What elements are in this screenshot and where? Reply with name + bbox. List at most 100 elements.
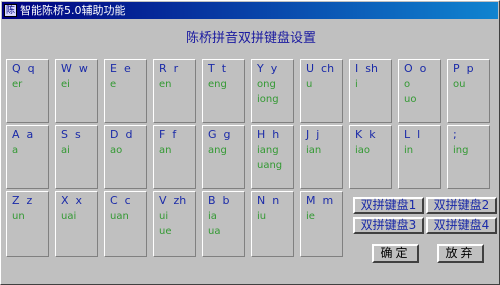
key-2-5[interactable]: N n iu [251, 191, 294, 257]
key-finals: a [12, 143, 18, 158]
key-1-0[interactable]: A a a [6, 125, 49, 189]
key-label: S s [61, 128, 81, 141]
key-final: ou [453, 79, 466, 90]
key-final: ong [257, 79, 276, 90]
key-0-4[interactable]: T t eng [202, 59, 245, 123]
key-finals: e [110, 77, 116, 92]
key-final: iang [257, 145, 279, 156]
key-label: L l [404, 128, 421, 141]
scheme-3-button[interactable]: 双拼键盘3 [353, 217, 424, 234]
cancel-button[interactable]: 放弃 [437, 244, 484, 263]
key-label: C c [110, 194, 131, 207]
key-1-7[interactable]: K k iao [349, 125, 392, 189]
key-finals: en [159, 77, 172, 92]
key-2-1[interactable]: X x uai [55, 191, 98, 257]
key-final: ie [306, 211, 315, 222]
key-0-2[interactable]: E e e [104, 59, 147, 123]
key-2-0[interactable]: Z z un [6, 191, 49, 257]
key-0-8[interactable]: O o o uo [398, 59, 441, 123]
ok-button[interactable]: 确定 [372, 244, 419, 263]
key-finals: ui ue [159, 209, 172, 239]
key-label: T t [208, 62, 227, 75]
key-2-2[interactable]: C c uan [104, 191, 147, 257]
key-label: M m [306, 194, 334, 207]
key-finals: ang [208, 143, 227, 158]
key-final: ing [453, 145, 469, 156]
title-bar[interactable]: 陈 智能陈桥5.0辅助功能 [2, 2, 498, 19]
key-finals: ou [453, 77, 465, 92]
key-final: uan [110, 211, 129, 222]
key-label: V zh [159, 194, 187, 207]
key-final: ua [208, 226, 221, 237]
key-label: G g [208, 128, 231, 141]
key-final: ei [61, 79, 70, 90]
key-1-6[interactable]: J j ian [300, 125, 343, 189]
key-0-7[interactable]: I sh i [349, 59, 392, 123]
key-1-5[interactable]: H h iang uang [251, 125, 294, 189]
key-final: in [404, 145, 414, 156]
key-2-3[interactable]: V zh ui ue [153, 191, 196, 257]
key-final: uang [257, 160, 283, 171]
key-finals: ong iong [257, 77, 279, 107]
key-label: K k [355, 128, 376, 141]
page-title: 陈桥拼音双拼键盘设置 [185, 31, 316, 46]
key-2-4[interactable]: B b ia ua [202, 191, 245, 257]
key-final: ao [110, 145, 123, 156]
key-label: H h [257, 128, 280, 141]
key-label: R r [159, 62, 179, 75]
window-title: 智能陈桥5.0辅助功能 [20, 4, 126, 17]
key-label: E e [110, 62, 131, 75]
key-0-6[interactable]: U ch u [300, 59, 343, 123]
key-1-3[interactable]: F f an [153, 125, 196, 189]
key-finals: un [12, 209, 25, 224]
key-finals: eng [208, 77, 227, 92]
key-finals: ian [306, 143, 321, 158]
key-finals: ia ua [208, 209, 220, 239]
key-finals: u [306, 77, 312, 92]
key-0-5[interactable]: Y y ong iong [251, 59, 294, 123]
key-label: X x [61, 194, 83, 207]
app-icon: 陈 [4, 4, 17, 17]
key-1-2[interactable]: D d ao [104, 125, 147, 189]
key-final: iu [257, 211, 267, 222]
key-1-4[interactable]: G g ang [202, 125, 245, 189]
key-final: iong [257, 94, 279, 105]
key-label: Q q [12, 62, 35, 75]
key-label: N n [257, 194, 280, 207]
key-final: e [110, 79, 117, 90]
key-finals: er [12, 77, 22, 92]
settings-window: 陈 智能陈桥5.0辅助功能 陈桥拼音双拼键盘设置 Q q er W w ei E e e R… [0, 0, 500, 285]
scheme-1-button[interactable]: 双拼键盘1 [353, 197, 424, 214]
key-final: ang [208, 145, 227, 156]
key-0-0[interactable]: Q q er [6, 59, 49, 123]
key-finals: iao [355, 143, 370, 158]
key-2-6[interactable]: M m ie [300, 191, 343, 257]
key-0-3[interactable]: R r en [153, 59, 196, 123]
key-finals: uai [61, 209, 76, 224]
scheme-2-button[interactable]: 双拼键盘2 [426, 197, 497, 214]
key-0-1[interactable]: W w ei [55, 59, 98, 123]
key-final: uai [61, 211, 77, 222]
key-label: B b [208, 194, 230, 207]
key-label: D d [110, 128, 133, 141]
key-1-8[interactable]: L l in [398, 125, 441, 189]
key-label: I sh [355, 62, 378, 75]
key-final: i [355, 79, 358, 90]
key-0-9[interactable]: P p ou [447, 59, 490, 123]
scheme-4-button[interactable]: 双拼键盘4 [426, 217, 497, 234]
key-label: O o [404, 62, 427, 75]
key-finals: in [404, 143, 413, 158]
key-final: a [12, 145, 19, 156]
key-final: ia [208, 211, 217, 222]
key-finals: ei [61, 77, 70, 92]
key-1-9[interactable]: ; ing [447, 125, 490, 189]
key-final: er [12, 79, 23, 90]
key-finals: i [355, 77, 358, 92]
key-finals: ai [61, 143, 70, 158]
key-label: U ch [306, 62, 335, 75]
key-final: eng [208, 79, 227, 90]
key-label: ; [453, 128, 457, 141]
key-final: an [159, 145, 172, 156]
key-finals: o uo [404, 77, 416, 107]
key-1-1[interactable]: S s ai [55, 125, 98, 189]
